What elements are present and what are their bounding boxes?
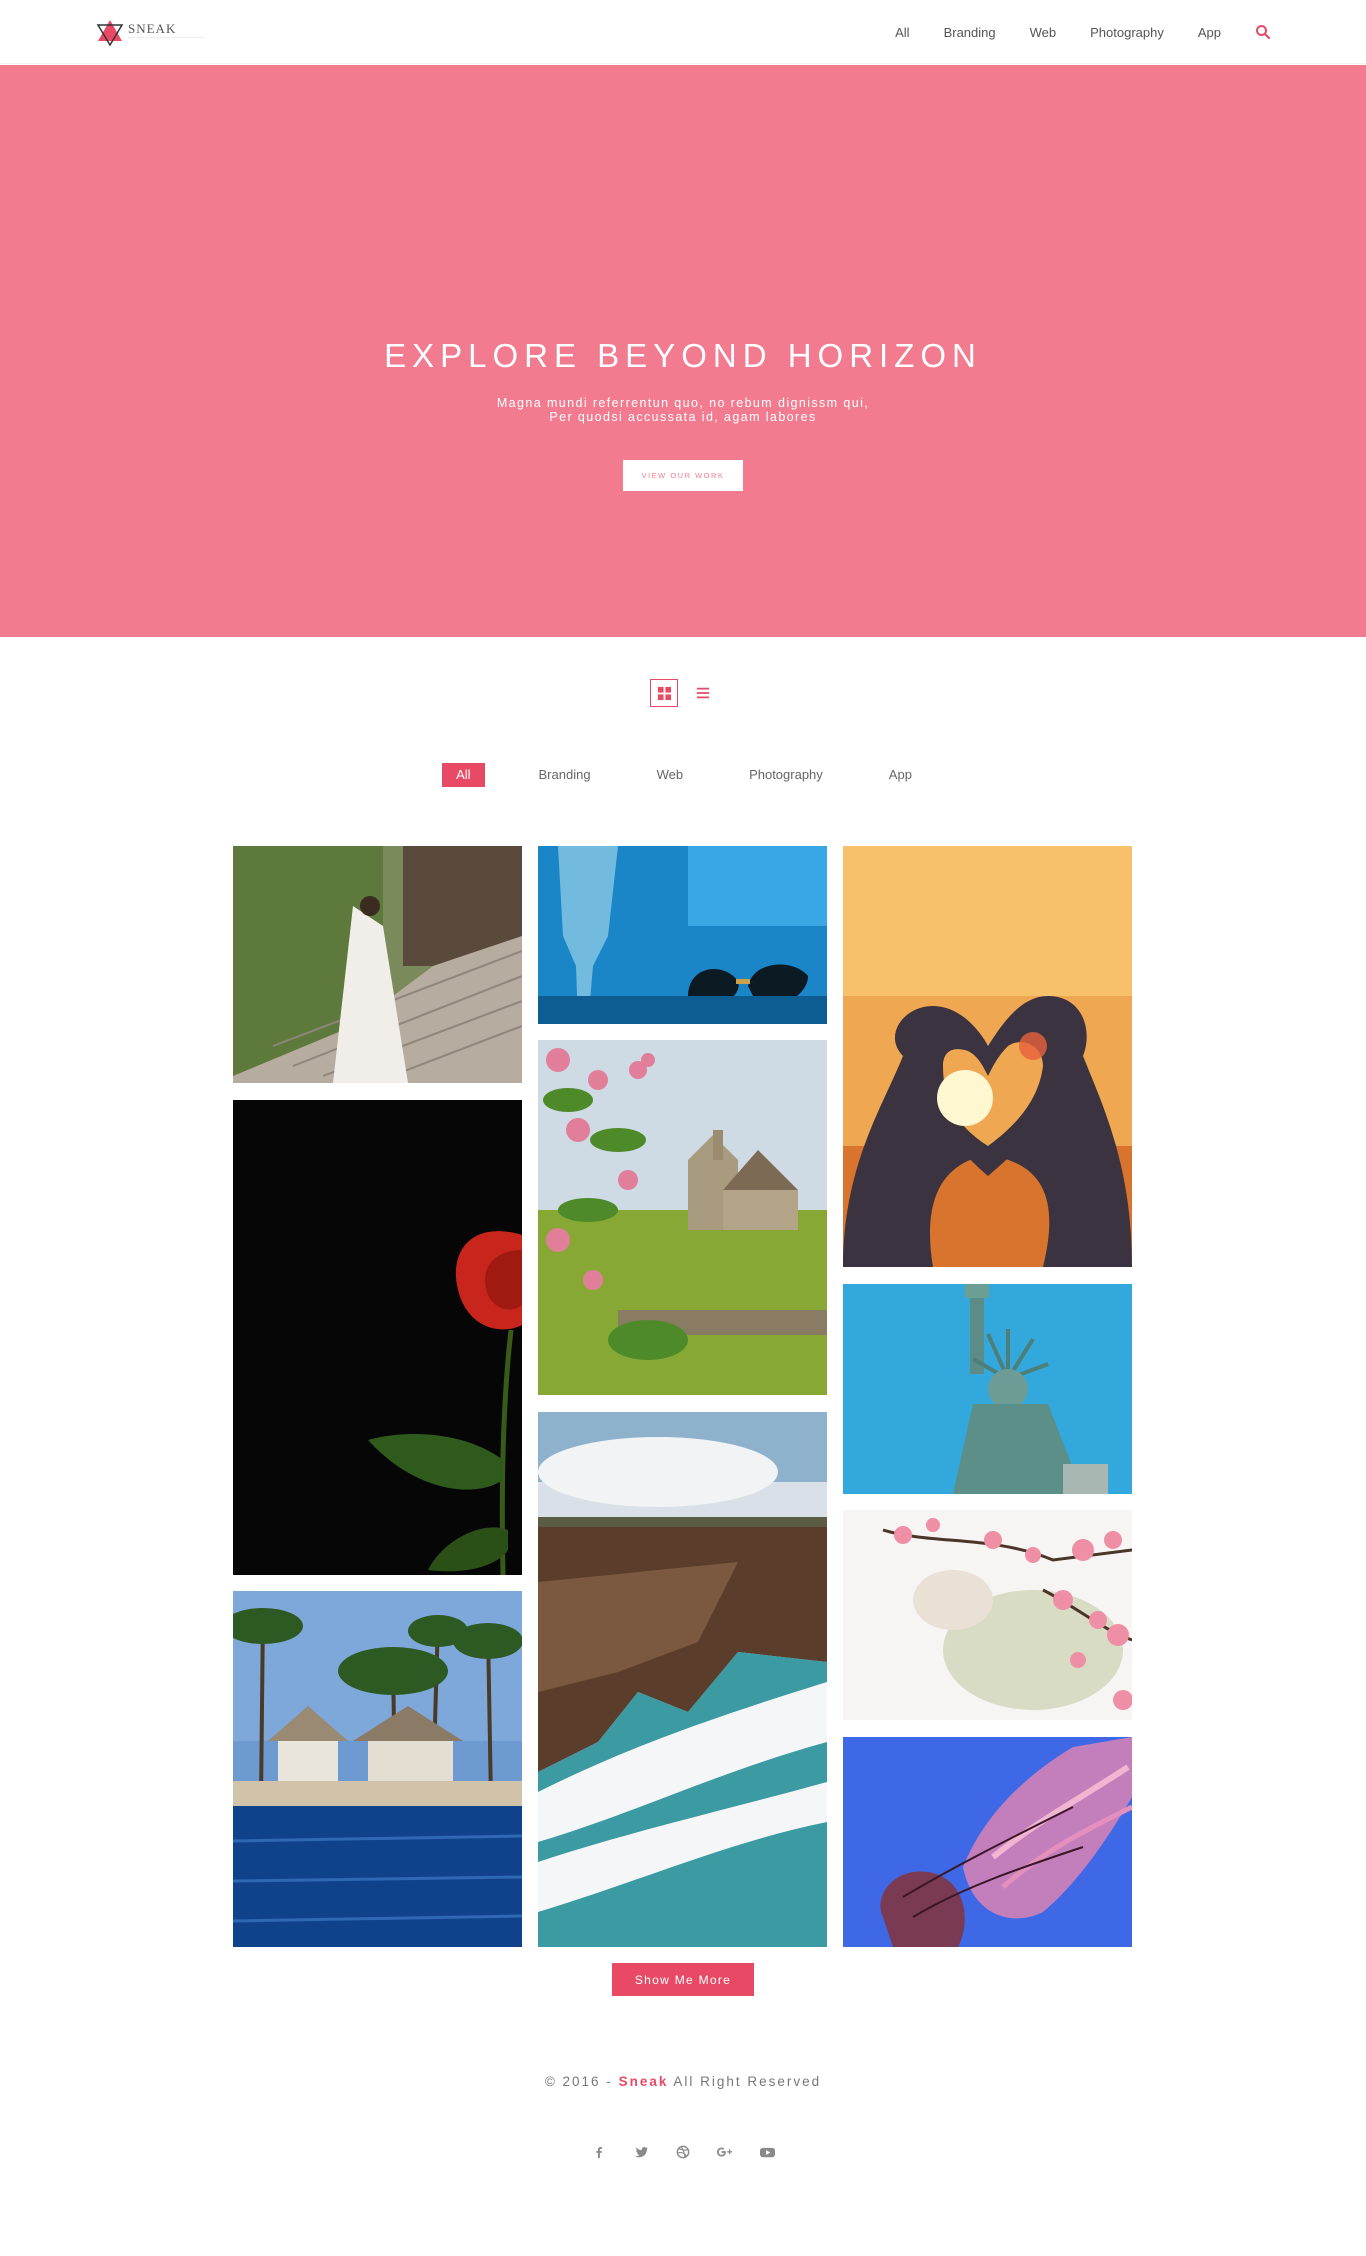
portfolio-filters: All Branding Web Photography App (0, 763, 1366, 787)
footer-copy-suffix: All Right Reserved (668, 2074, 822, 2089)
portfolio-item-rose[interactable] (233, 1100, 522, 1575)
portfolio-item-church-blossom[interactable] (538, 1040, 827, 1395)
social-links (0, 2143, 1366, 2161)
portfolio-item-cherry-blossom[interactable] (843, 1510, 1132, 1720)
portfolio-item-heart-sunset[interactable] (843, 846, 1132, 1267)
twitter-icon[interactable] (632, 2143, 650, 2161)
site-header: SNEAK All Branding Web Photography App (0, 0, 1366, 64)
footer-copyright: © 2016 - Sneak All Right Reserved (0, 2074, 1366, 2089)
logo-text: SNEAK (128, 21, 205, 38)
filter-app[interactable]: App (877, 763, 924, 787)
nav-photography[interactable]: Photography (1090, 25, 1164, 40)
portfolio-item-glass-sunglasses[interactable] (538, 846, 827, 1024)
nav-web[interactable]: Web (1030, 25, 1057, 40)
logo-star-icon (96, 20, 124, 46)
hero-subtitle-line1: Magna mundi referrentun quo, no rebum di… (496, 396, 870, 410)
youtube-icon[interactable] (758, 2143, 776, 2161)
hero-banner: EXPLORE BEYOND HORIZON Magna mundi refer… (0, 65, 1366, 637)
show-me-more-button[interactable]: Show Me More (612, 1963, 754, 1996)
filter-all[interactable]: All (442, 763, 485, 787)
nav-branding[interactable]: Branding (944, 25, 996, 40)
filter-photography[interactable]: Photography (737, 763, 835, 787)
hero-subtitle: Magna mundi referrentun quo, no rebum di… (0, 396, 1366, 424)
dribbble-icon[interactable] (674, 2143, 692, 2161)
footer-brand-link[interactable]: Sneak (619, 2074, 669, 2089)
hero-title: EXPLORE BEYOND HORIZON (384, 337, 982, 374)
list-view-icon[interactable] (694, 684, 712, 702)
view-toggle (650, 679, 712, 707)
main-nav: All Branding Web Photography App (895, 22, 1366, 42)
portfolio-item-jellyfish[interactable] (843, 1737, 1132, 1947)
portfolio-item-bride[interactable] (233, 846, 522, 1083)
hero-subtitle-line2: Per quodsi accussata id, agam labores (549, 410, 817, 424)
search-icon[interactable] (1255, 24, 1271, 40)
grid-view-icon[interactable] (650, 679, 678, 707)
portfolio-item-statue-of-liberty[interactable] (843, 1284, 1132, 1494)
nav-all[interactable]: All (895, 25, 909, 40)
facebook-icon[interactable] (590, 2143, 608, 2161)
filter-web[interactable]: Web (645, 763, 696, 787)
portfolio-item-resort-pool[interactable] (233, 1591, 522, 1947)
google-plus-icon[interactable] (716, 2143, 734, 2161)
portfolio-item-coastal-cliffs[interactable] (538, 1412, 827, 1947)
footer-copy-prefix: © 2016 - (544, 2074, 619, 2089)
nav-app[interactable]: App (1198, 25, 1221, 40)
view-our-work-button[interactable]: VIEW OUR WORK (623, 460, 743, 491)
logo[interactable]: SNEAK (96, 18, 205, 46)
filter-branding[interactable]: Branding (527, 763, 603, 787)
